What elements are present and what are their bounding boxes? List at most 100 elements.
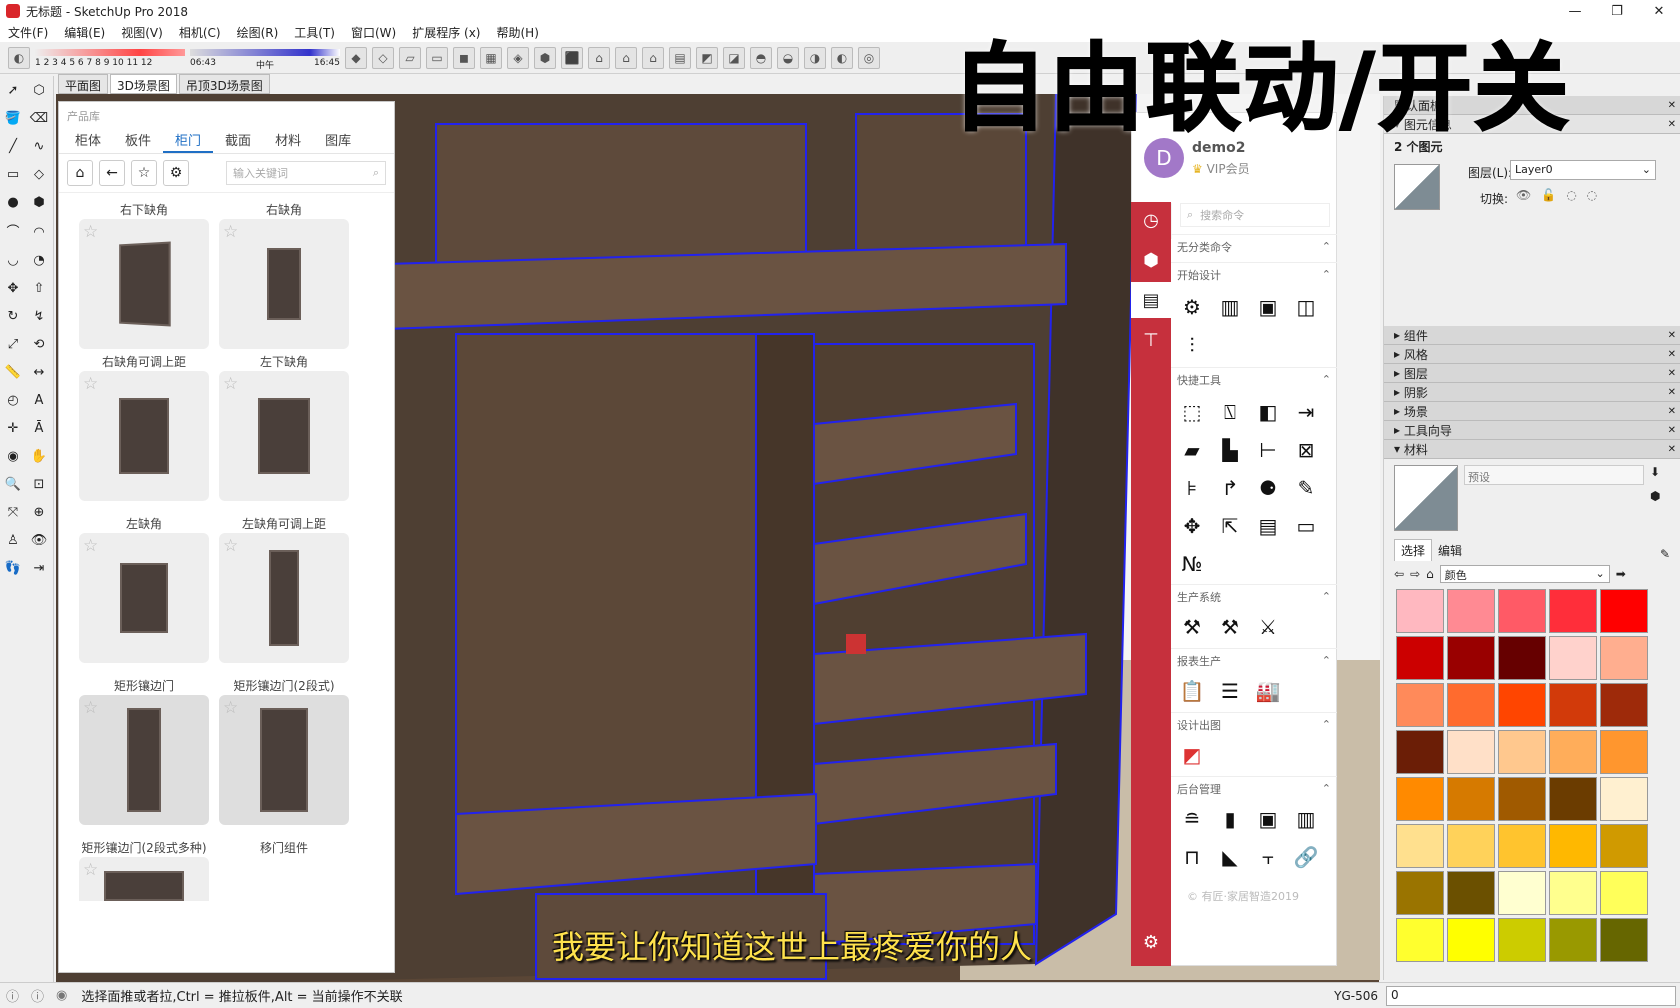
color-swatch[interactable]: [1600, 777, 1648, 821]
month-slider[interactable]: 1 2 3 4 5 6 7 8 9 10 11 12: [35, 45, 185, 71]
move-icon[interactable]: ✥: [2, 277, 24, 299]
three-point-arc-icon[interactable]: ◡: [2, 249, 24, 271]
zoom-extents-icon[interactable]: ⤧: [2, 501, 24, 523]
menu-help[interactable]: 帮助(H): [488, 24, 546, 41]
color-swatch[interactable]: [1549, 589, 1597, 633]
rotate-icon[interactable]: ↻: [2, 305, 24, 327]
close-icon[interactable]: ✕: [1668, 100, 1676, 111]
color-swatch[interactable]: [1498, 730, 1546, 774]
menu-view[interactable]: 视图(V): [113, 24, 171, 41]
zoom-window-icon[interactable]: ⊡: [28, 473, 50, 495]
close-icon[interactable]: ✕: [1668, 330, 1676, 341]
measurements-input[interactable]: 0: [1386, 985, 1676, 1006]
look-around-icon[interactable]: 👁: [28, 529, 50, 551]
wireframe-icon[interactable]: ▱: [399, 46, 421, 69]
product-card[interactable]: ☆: [79, 533, 209, 663]
close-icon[interactable]: ✕: [1668, 425, 1676, 436]
solid-trim-icon[interactable]: ◐: [831, 46, 853, 69]
line-icon[interactable]: ╱: [2, 135, 24, 157]
star-icon[interactable]: ☆: [83, 374, 98, 394]
favorite-star-icon[interactable]: ☆: [131, 160, 157, 186]
color-swatch[interactable]: [1447, 730, 1495, 774]
scene-tab-ceiling-3d[interactable]: 吊顶3D场景图: [178, 74, 270, 94]
color-swatch[interactable]: [1549, 636, 1597, 680]
material-name-field[interactable]: 预设: [1464, 465, 1644, 485]
solid-intersect-icon[interactable]: ◑: [804, 46, 826, 69]
previous-view-icon[interactable]: ⊕: [28, 501, 50, 523]
menu-window[interactable]: 窗口(W): [343, 24, 404, 41]
color-swatch[interactable]: [1498, 683, 1546, 727]
close-icon[interactable]: ✕: [1668, 119, 1676, 130]
color-swatch[interactable]: [1447, 871, 1495, 915]
paint-bucket-icon[interactable]: 🪣: [2, 107, 24, 129]
close-icon[interactable]: ✕: [1668, 406, 1676, 417]
restore-button[interactable]: ❐: [1596, 0, 1638, 22]
color-swatch[interactable]: [1396, 730, 1444, 774]
star-icon[interactable]: ☆: [83, 536, 98, 556]
layer-select[interactable]: Layer0 ⌄: [1510, 160, 1656, 180]
settings-gear-icon[interactable]: ⚙: [1131, 924, 1171, 960]
solid-union-icon[interactable]: ◓: [750, 46, 772, 69]
polygon-icon[interactable]: ⬢: [28, 191, 50, 213]
tray-layers[interactable]: ▸ 图层 ✕: [1384, 364, 1680, 383]
section-display-icon[interactable]: ◪: [723, 46, 745, 69]
back-arrow-icon[interactable]: ←: [99, 160, 125, 186]
scene-tab-plan[interactable]: 平面图: [58, 74, 109, 94]
color-swatch[interactable]: [1447, 636, 1495, 680]
color-swatch[interactable]: [1498, 636, 1546, 680]
tab-board[interactable]: 板件: [113, 130, 163, 153]
star-icon[interactable]: ☆: [83, 222, 98, 242]
product-card[interactable]: ☆: [219, 533, 349, 663]
product-card[interactable]: ☆: [79, 219, 209, 349]
hidden-line-icon[interactable]: ▭: [426, 46, 448, 69]
color-swatch[interactable]: [1600, 824, 1648, 868]
color-swatch[interactable]: [1549, 918, 1597, 962]
rectangle-icon[interactable]: ▭: [2, 163, 24, 185]
arc-icon[interactable]: ⌒: [2, 219, 24, 241]
color-swatch[interactable]: [1600, 918, 1648, 962]
home-icon[interactable]: ⌂: [1426, 567, 1434, 581]
dimension-icon[interactable]: ↔: [28, 361, 50, 383]
tab-material[interactable]: 材料: [263, 130, 313, 153]
back-view-icon[interactable]: ⌂: [642, 46, 664, 69]
rotated-rect-icon[interactable]: ◇: [28, 163, 50, 185]
color-swatch[interactable]: [1396, 918, 1444, 962]
color-swatch[interactable]: [1447, 824, 1495, 868]
history-clock-icon[interactable]: ◷: [1131, 202, 1171, 238]
color-swatch[interactable]: [1549, 730, 1597, 774]
create-material-icon[interactable]: ⬇: [1650, 465, 1660, 479]
walk-icon[interactable]: 👣: [2, 557, 24, 579]
tab-section[interactable]: 截面: [213, 130, 263, 153]
star-icon[interactable]: ☆: [223, 222, 238, 242]
color-swatch[interactable]: [1498, 918, 1546, 962]
color-swatch[interactable]: [1447, 777, 1495, 821]
tray-styles[interactable]: ▸ 风格 ✕: [1384, 345, 1680, 364]
eyedropper-icon[interactable]: ✎: [1660, 547, 1670, 561]
product-card[interactable]: ☆: [219, 695, 349, 825]
eraser-icon[interactable]: ⌫: [28, 107, 50, 129]
color-swatch[interactable]: [1549, 683, 1597, 727]
menu-extensions[interactable]: 扩展程序 (x): [404, 24, 488, 41]
tray-components[interactable]: ▸ 组件 ✕: [1384, 326, 1680, 345]
tab-door[interactable]: 柜门: [163, 130, 214, 153]
color-swatch[interactable]: [1549, 777, 1597, 821]
3d-text-icon[interactable]: Ā: [28, 417, 50, 439]
color-swatch[interactable]: [1396, 636, 1444, 680]
tab-select[interactable]: 选择: [1394, 539, 1433, 561]
product-card[interactable]: ☆: [219, 371, 349, 501]
select-icon[interactable]: ➚: [2, 79, 24, 101]
section-plane-icon[interactable]: ◩: [696, 46, 718, 69]
back-arrow-icon[interactable]: ⇦: [1394, 567, 1404, 581]
search-icon[interactable]: ⌕: [373, 166, 379, 180]
shaded-icon[interactable]: ◼: [453, 46, 475, 69]
axes-icon[interactable]: ✛: [2, 417, 24, 439]
color-swatch[interactable]: [1447, 589, 1495, 633]
zoom-icon[interactable]: 🔍: [2, 473, 24, 495]
sample-paint-icon[interactable]: ⬢: [1650, 489, 1660, 503]
left-view-icon[interactable]: ▤: [669, 46, 691, 69]
forward-arrow-icon[interactable]: ⇨: [1410, 567, 1420, 581]
protractor-icon[interactable]: ◴: [2, 389, 24, 411]
position-camera-icon[interactable]: ♙: [2, 529, 24, 551]
product-card[interactable]: ☆: [79, 857, 209, 901]
cube-icon[interactable]: ⬢: [1131, 242, 1171, 278]
